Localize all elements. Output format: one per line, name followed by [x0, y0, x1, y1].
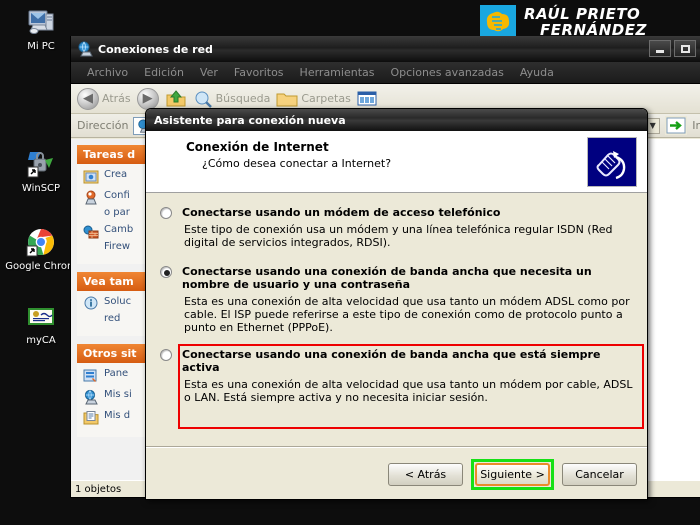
desktop-icon-label: myCA	[4, 335, 78, 347]
connection-option-alwayson[interactable]: Conectarse usando una conexión de banda …	[160, 348, 633, 404]
toolbar-folders-button[interactable]: Carpetas	[276, 90, 350, 108]
certificate-icon	[25, 300, 57, 332]
option-label: Conectarse usando una conexión de banda …	[182, 265, 633, 291]
menu-item-archivo[interactable]: Archivo	[79, 66, 136, 79]
toolbar-up-button[interactable]	[165, 89, 187, 109]
wizard-subheading: ¿Cómo desea conectar a Internet?	[186, 157, 647, 170]
sidebar-item-label: Firew	[104, 241, 130, 253]
google-chrome-icon	[25, 226, 57, 258]
desktop-icon-label: Mi PC	[4, 41, 78, 53]
brand-text: RAÚL PRIETO FERNÁNDEZ	[524, 6, 647, 38]
option-description: Este tipo de conexión usa un módem y una…	[182, 223, 633, 249]
go-arrow-icon[interactable]	[665, 116, 687, 135]
sidebar-item-label: Pane	[104, 368, 128, 380]
toolbar-search-button[interactable]: Búsqueda	[193, 89, 271, 109]
option-description: Esta es una conexión de alta velocidad q…	[182, 295, 633, 334]
new-connection-wizard-dialog[interactable]: Asistente para conexión nueva Conexión d…	[145, 108, 648, 500]
brand-logo-icon	[480, 5, 516, 39]
toolbar-search-label: Búsqueda	[216, 92, 271, 105]
menu-item-ver[interactable]: Ver	[192, 66, 226, 79]
sidebar-item-label: o par	[104, 207, 130, 219]
folders-icon	[276, 90, 298, 108]
back-button[interactable]: < Atrás	[388, 463, 463, 486]
window-controls[interactable]	[646, 40, 696, 57]
toolbar-back-button[interactable]: ◀ Atrás	[77, 88, 131, 110]
brand-banner: RAÚL PRIETO FERNÁNDEZ	[480, 4, 696, 40]
network-plug-icon	[587, 137, 637, 187]
address-go-label[interactable]: Ir	[692, 119, 700, 132]
menu-item-favoritos[interactable]: Favoritos	[226, 66, 292, 79]
menu-item-ayuda[interactable]: Ayuda	[512, 66, 562, 79]
toolbar-back-label: Atrás	[102, 92, 131, 105]
option-description: Esta es una conexión de alta velocidad q…	[182, 378, 633, 404]
menu-item-opciones-avanzadas[interactable]: Opciones avanzadas	[382, 66, 511, 79]
new-connection-icon	[83, 169, 99, 185]
my-computer-icon	[25, 6, 57, 38]
desktop-icon-google-chrome[interactable]: Google Chrom	[4, 226, 78, 273]
back-arrow-icon: ◀	[77, 88, 99, 110]
toolbar-forward-button[interactable]: ▶	[137, 88, 159, 110]
sidebar-item-label: Confi	[104, 190, 130, 202]
maximize-icon[interactable]	[674, 40, 696, 57]
wizard-content: Conectarse usando un módem de acceso tel…	[146, 194, 647, 447]
wizard-heading: Conexión de Internet	[186, 140, 647, 154]
toolbar-folders-label: Carpetas	[301, 92, 350, 105]
sidebar-item-label: Mis si	[104, 389, 132, 401]
address-label: Dirección	[77, 119, 128, 132]
sidebar-item-label: Soluc	[104, 296, 131, 308]
info-icon	[83, 296, 99, 312]
search-icon	[193, 89, 213, 109]
radio-button-alwayson[interactable]	[160, 349, 172, 361]
network-connections-icon	[77, 41, 93, 57]
wizard-header: Conexión de Internet ¿Cómo desea conecta…	[146, 131, 647, 193]
wizard-footer: < Atrás Siguiente > Cancelar	[146, 447, 647, 499]
next-button-highlight: Siguiente >	[471, 459, 554, 490]
connection-option-dialup[interactable]: Conectarse usando un módem de acceso tel…	[160, 206, 633, 249]
radio-button-pppoe[interactable]	[160, 266, 172, 278]
forward-arrow-icon: ▶	[137, 88, 159, 110]
my-network-places-icon	[83, 389, 99, 405]
desktop-icon-myca[interactable]: myCA	[4, 300, 78, 347]
option-label: Conectarse usando un módem de acceso tel…	[182, 206, 633, 219]
sidebar-item-label: Mis d	[104, 410, 130, 422]
up-folder-icon	[165, 89, 187, 109]
status-bar-label: 1 objetos	[75, 484, 121, 495]
window-title-bar[interactable]: Conexiones de red	[71, 36, 700, 62]
desktop-icon-label: WinSCP	[4, 183, 78, 195]
cancel-button[interactable]: Cancelar	[562, 463, 637, 486]
option-label: Conectarse usando una conexión de banda …	[182, 348, 633, 374]
firewall-icon	[83, 224, 99, 240]
wizard-buttons[interactable]: < Atrás Siguiente > Cancelar	[388, 459, 637, 490]
sidebar-item-label: Camb	[104, 224, 133, 236]
control-panel-icon	[83, 368, 99, 384]
winscp-icon	[25, 148, 57, 180]
window-title-label: Conexiones de red	[98, 43, 213, 56]
desktop-icon-winscp[interactable]: WinSCP	[4, 148, 78, 195]
setup-network-icon	[83, 190, 99, 206]
radio-button-dialup[interactable]	[160, 207, 172, 219]
wizard-title-bar[interactable]: Asistente para conexión nueva	[146, 109, 647, 131]
desktop-icon-my-pc[interactable]: Mi PC	[4, 6, 78, 53]
sidebar-item-label: red	[104, 313, 120, 325]
screen: Mi PC WinSCP	[0, 0, 700, 525]
toolbar-views-button[interactable]	[357, 90, 377, 108]
connection-option-pppoe[interactable]: Conectarse usando una conexión de banda …	[160, 265, 633, 334]
views-icon	[357, 90, 377, 108]
menu-item-edicion[interactable]: Edición	[136, 66, 192, 79]
next-button[interactable]: Siguiente >	[475, 463, 550, 486]
sidebar-item-label: Crea	[104, 169, 127, 181]
menu-bar[interactable]: Archivo Edición Ver Favoritos Herramient…	[71, 62, 700, 84]
desktop-icon-label: Google Chrom	[4, 261, 78, 273]
my-documents-icon	[83, 410, 99, 426]
minimize-icon[interactable]	[649, 40, 671, 57]
menu-item-herramientas[interactable]: Herramientas	[292, 66, 383, 79]
wizard-title-label: Asistente para conexión nueva	[154, 114, 346, 127]
